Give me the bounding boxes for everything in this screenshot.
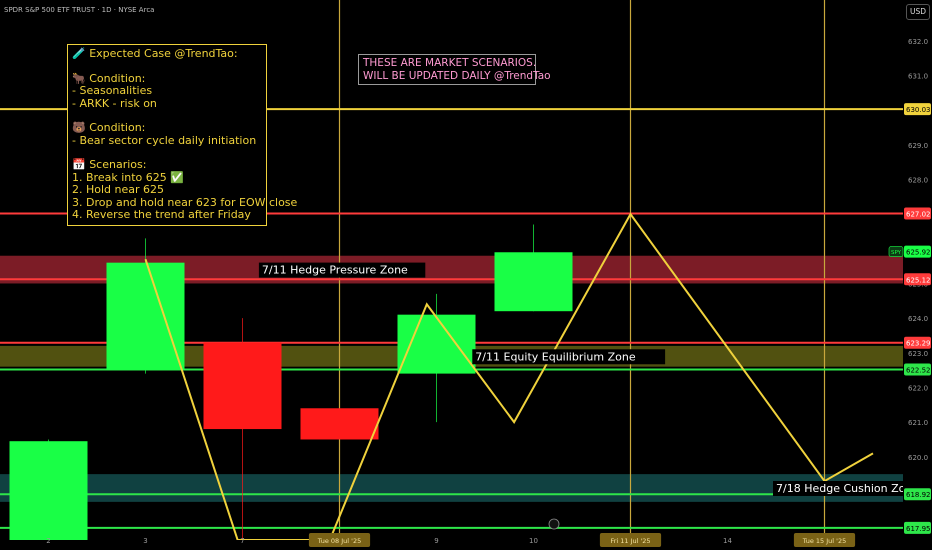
zone-label-1: 7/11 Hedge Pressure Zone [262, 264, 408, 277]
candle-4[interactable] [300, 408, 379, 440]
candle-6[interactable] [494, 252, 573, 312]
currency-button[interactable]: USD [906, 4, 930, 20]
expected-case-box: 🧪 Expected Case @TrendTao: 🐂 Condition: - … [67, 44, 297, 226]
time-axis[interactable] [0, 540, 903, 550]
zone-band-3 [0, 474, 903, 502]
y-tick-4: 621.0 [908, 419, 928, 427]
x-tick-3: 7 [240, 537, 244, 545]
y-tick-15: 632.0 [908, 38, 928, 46]
y-tick-14: 631.0 [908, 72, 928, 80]
price-badge-label-7: 617.95 [906, 525, 931, 533]
x-tick-2: 3 [143, 537, 147, 545]
info-line: 🐻 Condition: [72, 121, 146, 134]
info-line: 4. Reverse the trend after Friday [72, 208, 251, 221]
price-badge-label-4: 623.29 [906, 340, 931, 348]
info-line: 2. Hold near 625 [72, 183, 165, 196]
candle-5[interactable] [397, 314, 476, 374]
price-badge-label-2: 627.02 [906, 210, 931, 218]
x-tick-6: 10 [529, 537, 538, 545]
info-line: - Seasonalities [72, 84, 153, 97]
info-line: 🧪 Expected Case @TrendTao: [72, 47, 238, 60]
current-price-value: 625.92 [906, 249, 931, 257]
note-line: THESE ARE MARKET SCENARIOS. [363, 57, 537, 69]
symbol-tag-label: SPY [891, 250, 902, 256]
zone-label-2: 7/11 Equity Equilibrium Zone [475, 350, 636, 363]
info-line: - ARKK - risk on [72, 96, 157, 110]
y-tick-7: 624.0 [908, 315, 928, 323]
event-icon[interactable] [548, 518, 560, 530]
x-tick-9: Tue 15 Jul '25 [802, 537, 846, 545]
info-gap [72, 61, 262, 73]
x-tick-7: Fri 11 Jul '25 [610, 537, 650, 545]
candle-1[interactable] [9, 441, 88, 540]
y-tick-3: 620.0 [908, 454, 928, 462]
chart-header: SPDR S&P 500 ETF TRUST · 1D · NYSE Arca [4, 6, 155, 14]
info-line: - Bear sector cycle daily initiation [72, 133, 257, 147]
note-line: WILL BE UPDATED DAILY @TrendTao [363, 70, 551, 82]
info-line: 📅 Scenarios: [72, 158, 147, 171]
chart-area[interactable]: 7/11 Hedge Pressure Zone 7/11 Equity Equi… [0, 0, 932, 550]
x-tick-4: Tue 08 Jul '25 [317, 537, 361, 545]
y-tick-6: 623.0 [908, 350, 928, 358]
zone-label-3: 7/18 Hedge Cushion Zone [776, 482, 919, 495]
x-tick-8: 14 [723, 537, 732, 545]
candle-3[interactable] [203, 342, 282, 430]
price-badge-label-6: 618.92 [906, 491, 931, 499]
x-tick-5: 9 [434, 537, 438, 545]
y-tick-11: 628.0 [908, 176, 928, 184]
price-badge-label-5: 622.52 [906, 366, 931, 374]
y-tick-12: 629.0 [908, 142, 928, 150]
scenario-note-box: THESE ARE MARKET SCENARIOS. WILL BE UPDAT… [358, 54, 551, 85]
y-tick-5: 622.0 [908, 384, 928, 392]
x-tick-1: 2 [46, 537, 50, 545]
candle-2[interactable] [106, 262, 185, 371]
price-badge-label-1: 630.03 [906, 106, 931, 114]
price-badge-label-3: 625.12 [906, 276, 931, 284]
